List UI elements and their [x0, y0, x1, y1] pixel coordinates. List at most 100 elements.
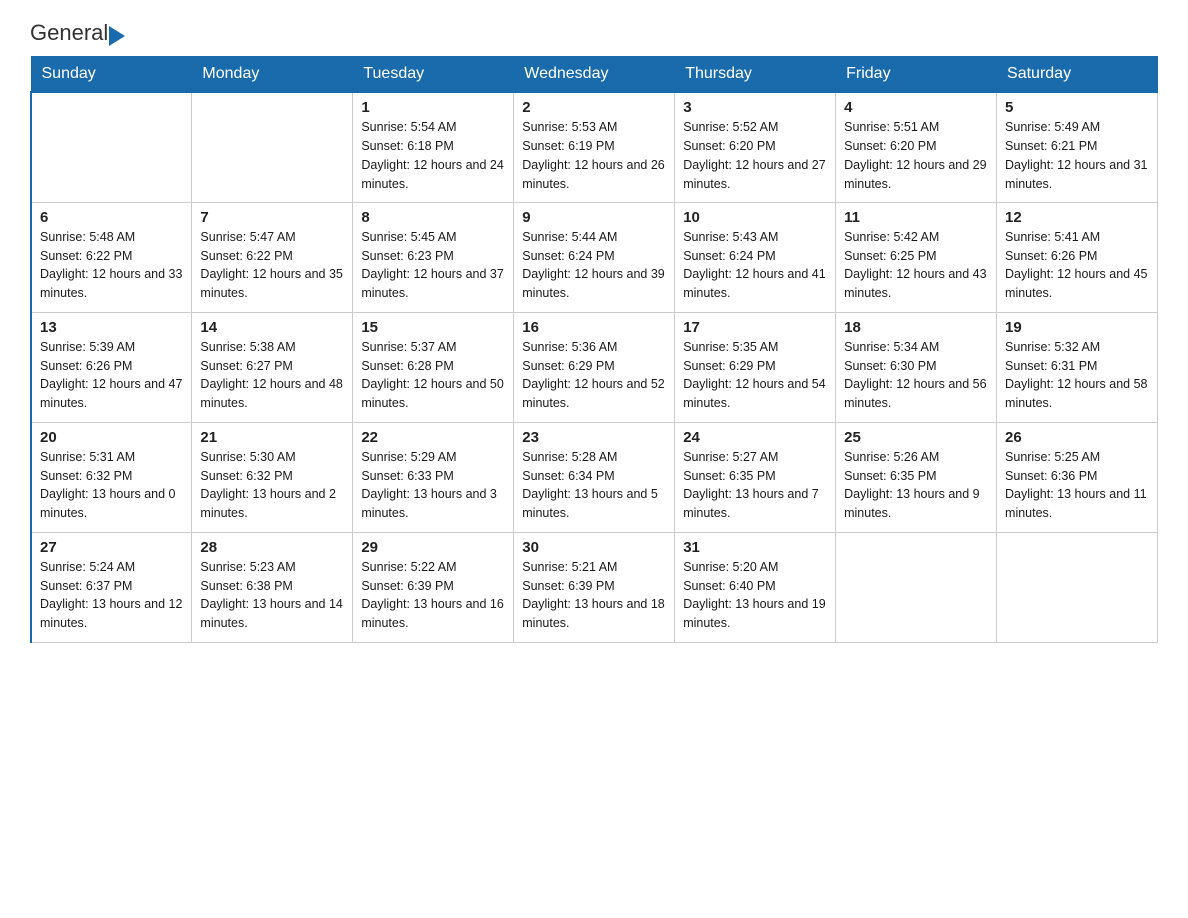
day-info: Sunrise: 5:48 AMSunset: 6:22 PMDaylight:… — [40, 228, 183, 303]
day-info: Sunrise: 5:30 AMSunset: 6:32 PMDaylight:… — [200, 448, 344, 523]
day-number: 27 — [40, 539, 183, 556]
calendar-cell: 14 Sunrise: 5:38 AMSunset: 6:27 PMDayligh… — [192, 312, 353, 422]
day-number: 18 — [844, 319, 988, 336]
calendar-cell: 23 Sunrise: 5:28 AMSunset: 6:34 PMDayligh… — [514, 422, 675, 532]
calendar-cell: 30Sunrise: 5:21 AMSunset: 6:39 PMDayligh… — [514, 532, 675, 642]
day-number: 26 — [1005, 429, 1149, 446]
day-number: 7 — [200, 209, 344, 226]
day-number: 8 — [361, 209, 505, 226]
calendar-cell — [836, 532, 997, 642]
calendar-cell — [31, 92, 192, 202]
day-info: Sunrise: 5:25 AMSunset: 6:36 PMDaylight:… — [1005, 448, 1149, 523]
day-number: 17 — [683, 319, 827, 336]
day-info: Sunrise: 5:24 AMSunset: 6:37 PMDaylight:… — [40, 558, 183, 633]
day-info: Sunrise: 5:42 AMSunset: 6:25 PMDaylight:… — [844, 228, 988, 303]
weekday-header-tuesday: Tuesday — [353, 57, 514, 93]
day-info: Sunrise: 5:43 AMSunset: 6:24 PMDaylight:… — [683, 228, 827, 303]
day-number: 9 — [522, 209, 666, 226]
weekday-header-monday: Monday — [192, 57, 353, 93]
day-info: Sunrise: 5:34 AMSunset: 6:30 PMDaylight:… — [844, 338, 988, 413]
calendar-cell: 31 Sunrise: 5:20 AMSunset: 6:40 PMDayligh… — [675, 532, 836, 642]
calendar-week-4: 20 Sunrise: 5:31 AMSunset: 6:32 PMDayligh… — [31, 422, 1158, 532]
day-info: Sunrise: 5:20 AMSunset: 6:40 PMDaylight:… — [683, 558, 827, 633]
day-info: Sunrise: 5:27 AMSunset: 6:35 PMDaylight:… — [683, 448, 827, 523]
calendar-cell — [997, 532, 1158, 642]
weekday-header-thursday: Thursday — [675, 57, 836, 93]
day-number: 3 — [683, 99, 827, 116]
weekday-header-friday: Friday — [836, 57, 997, 93]
day-info: Sunrise: 5:36 AMSunset: 6:29 PMDaylight:… — [522, 338, 666, 413]
calendar-cell: 1 Sunrise: 5:54 AMSunset: 6:18 PMDaylight… — [353, 92, 514, 202]
day-number: 11 — [844, 209, 988, 226]
calendar-cell: 4 Sunrise: 5:51 AMSunset: 6:20 PMDaylight… — [836, 92, 997, 202]
weekday-header-sunday: Sunday — [31, 57, 192, 93]
day-info: Sunrise: 5:23 AMSunset: 6:38 PMDaylight:… — [200, 558, 344, 633]
calendar-cell: 5 Sunrise: 5:49 AMSunset: 6:21 PMDaylight… — [997, 92, 1158, 202]
day-info: Sunrise: 5:28 AMSunset: 6:34 PMDaylight:… — [522, 448, 666, 523]
day-number: 12 — [1005, 209, 1149, 226]
calendar-table: SundayMondayTuesdayWednesdayThursdayFrid… — [30, 56, 1158, 643]
day-number: 2 — [522, 99, 666, 116]
day-info: Sunrise: 5:22 AMSunset: 6:39 PMDaylight:… — [361, 558, 505, 633]
day-info: Sunrise: 5:54 AMSunset: 6:18 PMDaylight:… — [361, 118, 505, 193]
day-number: 5 — [1005, 99, 1149, 116]
day-number: 21 — [200, 429, 344, 446]
day-info: Sunrise: 5:37 AMSunset: 6:28 PMDaylight:… — [361, 338, 505, 413]
calendar-cell: 25Sunrise: 5:26 AMSunset: 6:35 PMDayligh… — [836, 422, 997, 532]
day-info: Sunrise: 5:21 AMSunset: 6:39 PMDaylight:… — [522, 558, 666, 633]
weekday-header-row: SundayMondayTuesdayWednesdayThursdayFrid… — [31, 57, 1158, 93]
day-info: Sunrise: 5:49 AMSunset: 6:21 PMDaylight:… — [1005, 118, 1149, 193]
logo: General — [30, 20, 125, 46]
day-info: Sunrise: 5:53 AMSunset: 6:19 PMDaylight:… — [522, 118, 666, 193]
day-number: 29 — [361, 539, 505, 556]
calendar-body: 1 Sunrise: 5:54 AMSunset: 6:18 PMDaylight… — [31, 92, 1158, 642]
day-info: Sunrise: 5:45 AMSunset: 6:23 PMDaylight:… — [361, 228, 505, 303]
day-info: Sunrise: 5:38 AMSunset: 6:27 PMDaylight:… — [200, 338, 344, 413]
calendar-week-1: 1 Sunrise: 5:54 AMSunset: 6:18 PMDaylight… — [31, 92, 1158, 202]
day-number: 28 — [200, 539, 344, 556]
calendar-cell: 18 Sunrise: 5:34 AMSunset: 6:30 PMDayligh… — [836, 312, 997, 422]
calendar-week-5: 27 Sunrise: 5:24 AMSunset: 6:37 PMDayligh… — [31, 532, 1158, 642]
day-number: 20 — [40, 429, 183, 446]
weekday-header-saturday: Saturday — [997, 57, 1158, 93]
day-info: Sunrise: 5:52 AMSunset: 6:20 PMDaylight:… — [683, 118, 827, 193]
day-info: Sunrise: 5:35 AMSunset: 6:29 PMDaylight:… — [683, 338, 827, 413]
calendar-cell: 13Sunrise: 5:39 AMSunset: 6:26 PMDayligh… — [31, 312, 192, 422]
calendar-cell: 11 Sunrise: 5:42 AMSunset: 6:25 PMDayligh… — [836, 202, 997, 312]
day-info: Sunrise: 5:29 AMSunset: 6:33 PMDaylight:… — [361, 448, 505, 523]
day-number: 23 — [522, 429, 666, 446]
day-info: Sunrise: 5:32 AMSunset: 6:31 PMDaylight:… — [1005, 338, 1149, 413]
calendar-cell: 27 Sunrise: 5:24 AMSunset: 6:37 PMDayligh… — [31, 532, 192, 642]
day-number: 25 — [844, 429, 988, 446]
day-number: 31 — [683, 539, 827, 556]
calendar-cell: 21 Sunrise: 5:30 AMSunset: 6:32 PMDayligh… — [192, 422, 353, 532]
calendar-cell: 20 Sunrise: 5:31 AMSunset: 6:32 PMDayligh… — [31, 422, 192, 532]
calendar-cell: 2 Sunrise: 5:53 AMSunset: 6:19 PMDaylight… — [514, 92, 675, 202]
day-info: Sunrise: 5:41 AMSunset: 6:26 PMDaylight:… — [1005, 228, 1149, 303]
calendar-header: SundayMondayTuesdayWednesdayThursdayFrid… — [31, 57, 1158, 93]
day-info: Sunrise: 5:31 AMSunset: 6:32 PMDaylight:… — [40, 448, 183, 523]
day-number: 6 — [40, 209, 183, 226]
logo-line1: General — [30, 20, 125, 46]
day-number: 1 — [361, 99, 505, 116]
calendar-cell: 9Sunrise: 5:44 AMSunset: 6:24 PMDaylight… — [514, 202, 675, 312]
calendar-cell: 12 Sunrise: 5:41 AMSunset: 6:26 PMDayligh… — [997, 202, 1158, 312]
calendar-week-2: 6 Sunrise: 5:48 AMSunset: 6:22 PMDaylight… — [31, 202, 1158, 312]
calendar-cell — [192, 92, 353, 202]
day-number: 22 — [361, 429, 505, 446]
calendar-cell: 17 Sunrise: 5:35 AMSunset: 6:29 PMDayligh… — [675, 312, 836, 422]
calendar-cell: 6 Sunrise: 5:48 AMSunset: 6:22 PMDaylight… — [31, 202, 192, 312]
day-number: 14 — [200, 319, 344, 336]
day-number: 10 — [683, 209, 827, 226]
logo-arrow-icon — [109, 26, 125, 46]
calendar-cell: 22 Sunrise: 5:29 AMSunset: 6:33 PMDayligh… — [353, 422, 514, 532]
calendar-cell: 19Sunrise: 5:32 AMSunset: 6:31 PMDayligh… — [997, 312, 1158, 422]
calendar-cell: 10 Sunrise: 5:43 AMSunset: 6:24 PMDayligh… — [675, 202, 836, 312]
calendar-cell: 28 Sunrise: 5:23 AMSunset: 6:38 PMDayligh… — [192, 532, 353, 642]
day-info: Sunrise: 5:51 AMSunset: 6:20 PMDaylight:… — [844, 118, 988, 193]
calendar-cell: 16Sunrise: 5:36 AMSunset: 6:29 PMDayligh… — [514, 312, 675, 422]
calendar-cell: 26 Sunrise: 5:25 AMSunset: 6:36 PMDayligh… — [997, 422, 1158, 532]
calendar-cell: 24Sunrise: 5:27 AMSunset: 6:35 PMDayligh… — [675, 422, 836, 532]
calendar-week-3: 13Sunrise: 5:39 AMSunset: 6:26 PMDayligh… — [31, 312, 1158, 422]
day-number: 4 — [844, 99, 988, 116]
